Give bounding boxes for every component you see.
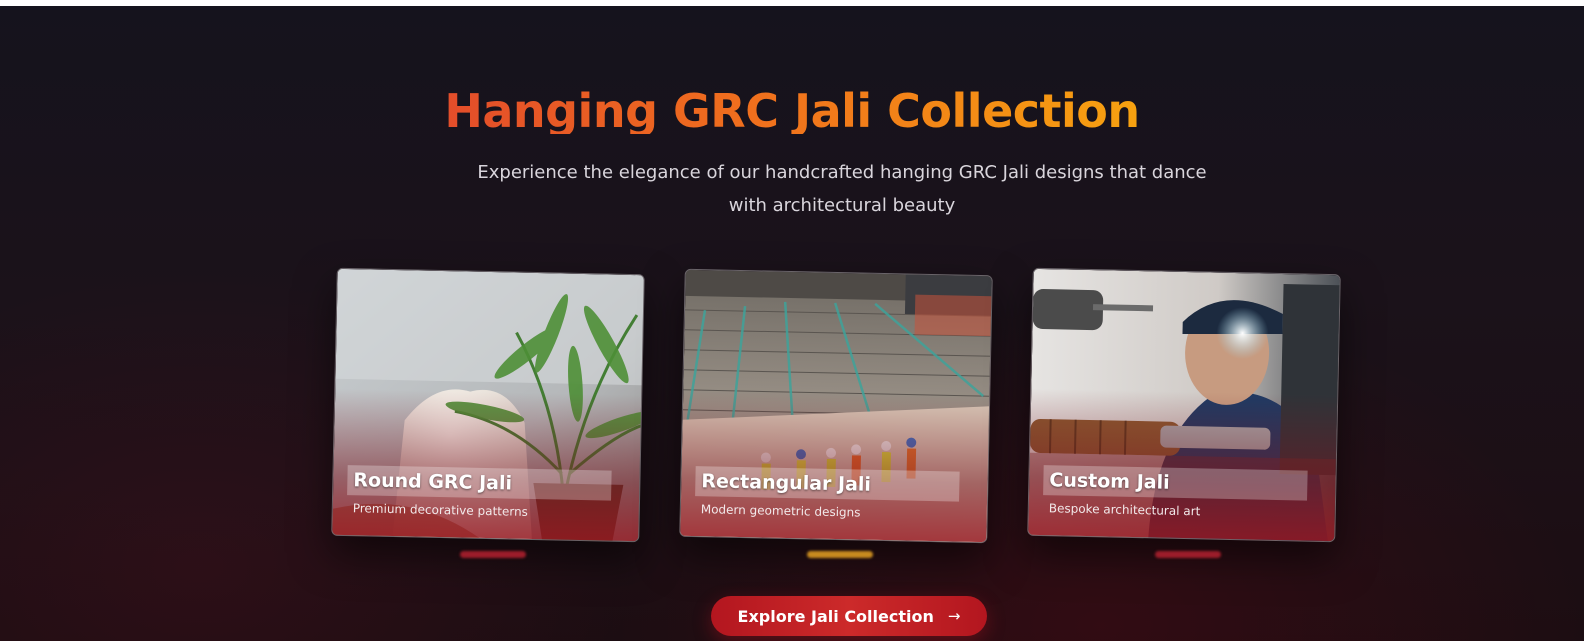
card-title: Round GRC Jali [353, 469, 513, 495]
card-rectangular-jali[interactable]: Rectangular Jali Modern geometric design… [679, 268, 993, 544]
section-title: Hanging GRC Jali Collection [444, 76, 1140, 134]
card-title: Rectangular Jali [701, 470, 872, 496]
cta-label: Explore Jali Collection [737, 606, 934, 626]
card-custom-jali[interactable]: Custom Jali Bespoke architectural art [1027, 267, 1341, 543]
card-accent-line [807, 551, 873, 558]
explore-collection-button[interactable]: Explore Jali Collection → [711, 596, 987, 636]
arrow-right-icon: → [947, 607, 961, 625]
card-title: Custom Jali [1049, 469, 1170, 494]
card-description: Modern geometric designs [700, 502, 861, 520]
card-accent-line [1155, 551, 1221, 558]
section-subtitle: Experience the elegance of our handcraft… [477, 162, 1207, 216]
card-accent-line [460, 551, 526, 558]
card-description: Premium decorative patterns [352, 501, 529, 519]
jali-collection-section: Hanging GRC Jali Collection Experience t… [0, 6, 1584, 641]
card-description: Bespoke architectural art [1048, 501, 1201, 519]
card-round-grc-jali[interactable]: Round GRC Jali Premium decorative patter… [331, 267, 645, 543]
